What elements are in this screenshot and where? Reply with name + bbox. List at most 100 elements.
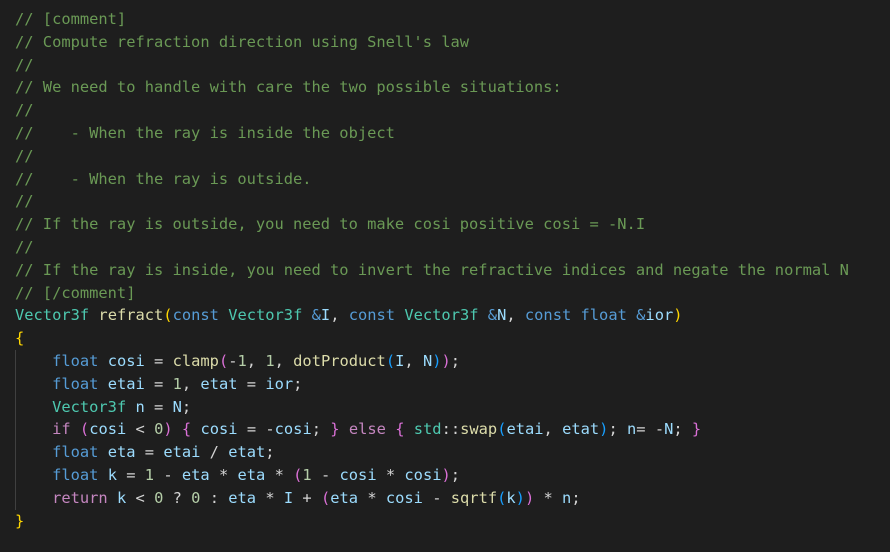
identifier-token: I: [395, 351, 405, 370]
punctuation-token: -: [422, 488, 451, 507]
identifier-token: I: [320, 306, 331, 325]
comment-token: //: [15, 146, 34, 165]
code-line[interactable]: return k < 0 ? 0 : eta * I + (eta * cosi…: [0, 487, 890, 510]
bracket-token: ): [515, 488, 525, 507]
type-token: Vector3f: [228, 306, 303, 325]
punctuation-token: -: [311, 465, 340, 484]
comment-token: // - When the ray is outside.: [15, 169, 312, 188]
punctuation-token: ;: [608, 420, 627, 439]
number-token: 0: [154, 420, 164, 439]
bracket-token: (: [497, 488, 507, 507]
comment-token: //: [15, 55, 34, 74]
punctuation-token: ;: [265, 443, 275, 462]
punctuation-token: ,: [404, 351, 423, 370]
code-line[interactable]: Vector3f n = N;: [0, 396, 890, 419]
punctuation-token: [108, 489, 117, 507]
identifier-token: eta: [330, 488, 359, 507]
bracket-token: (: [163, 306, 173, 325]
punctuation-token: [15, 443, 52, 461]
identifier-token: eta: [237, 465, 266, 484]
identifier-token: N: [497, 306, 507, 325]
identifier-token: cosi: [89, 420, 127, 439]
bracket-token: }: [330, 420, 340, 439]
identifier-token: cosi: [339, 465, 377, 484]
code-line[interactable]: // If the ray is outside, you need to ma…: [0, 213, 890, 236]
comment-token: // If the ray is inside, you need to inv…: [15, 260, 849, 279]
punctuation-token: ,: [246, 351, 266, 370]
punctuation-token: [15, 466, 52, 484]
code-line[interactable]: }: [0, 510, 890, 533]
code-line[interactable]: // If the ray is inside, you need to inv…: [0, 259, 890, 282]
identifier-token: N: [422, 351, 433, 370]
identifier-token: cosi: [274, 420, 312, 439]
code-line[interactable]: {: [0, 327, 890, 350]
code-line[interactable]: float cosi = clamp(-1, 1, dotProduct(I, …: [0, 350, 890, 373]
function-token: swap: [460, 420, 498, 439]
code-line[interactable]: // - When the ray is outside.: [0, 168, 890, 191]
code-line[interactable]: //: [0, 54, 890, 77]
code-line[interactable]: //: [0, 99, 890, 122]
identifier-token: eta: [107, 443, 136, 462]
number-token: 1: [265, 351, 275, 370]
identifier-token: eta: [228, 488, 257, 507]
code-line[interactable]: // - When the ray is inside the object: [0, 122, 890, 145]
code-line[interactable]: //: [0, 236, 890, 259]
code-line[interactable]: // We need to handle with care the two p…: [0, 76, 890, 99]
type-token: Vector3f: [404, 306, 479, 325]
punctuation-token: ,: [543, 420, 563, 439]
code-line[interactable]: if (cosi < 0) { cosi = -cosi; } else { s…: [0, 418, 890, 441]
punctuation-token: ;: [571, 488, 581, 507]
comment-token: //: [15, 101, 34, 120]
comment-token: // Compute refraction direction using Sn…: [15, 32, 470, 51]
code-line[interactable]: //: [0, 190, 890, 213]
punctuation-token: ;: [181, 397, 192, 416]
keyword-token: &: [311, 306, 321, 325]
code-lines: // [comment] // Compute refraction direct…: [0, 8, 890, 532]
punctuation-token: [98, 466, 107, 484]
bracket-token: }: [691, 420, 702, 439]
control-keyword-token: else: [348, 420, 386, 439]
code-line[interactable]: //: [0, 145, 890, 168]
code-line[interactable]: // [comment]: [0, 8, 890, 31]
punctuation-token: ,: [181, 374, 201, 393]
code-line[interactable]: float etai = 1, etat = ior;: [0, 373, 890, 396]
bracket-token: (: [79, 420, 90, 439]
bracket-token: }: [15, 511, 25, 530]
punctuation-token: [173, 420, 182, 438]
comment-token: //: [15, 192, 34, 211]
identifier-token: cosi: [404, 465, 442, 484]
identifier-token: I: [283, 488, 294, 507]
bracket-token: ): [441, 351, 451, 370]
number-token: 1: [237, 351, 247, 370]
code-line[interactable]: float k = 1 - eta * eta * (1 - cosi * co…: [0, 464, 890, 487]
code-line[interactable]: // [/comment]: [0, 282, 890, 305]
code-line[interactable]: float eta = etai / etat;: [0, 441, 890, 464]
identifier-token: etai: [506, 420, 544, 439]
punctuation-token: /: [200, 443, 229, 462]
punctuation-token: [71, 420, 80, 438]
code-line[interactable]: Vector3f refract(const Vector3f &I, cons…: [0, 304, 890, 327]
identifier-token: etat: [228, 443, 266, 462]
punctuation-token: [98, 375, 107, 393]
punctuation-token: -: [228, 351, 238, 370]
keyword-token: float: [580, 306, 627, 325]
control-keyword-token: return: [52, 488, 108, 507]
comment-token: // If the ray is outside, you need to ma…: [15, 215, 646, 234]
number-token: 0: [154, 488, 164, 507]
punctuation-token: = -: [636, 420, 665, 439]
punctuation-token: [98, 352, 107, 370]
identifier-token: etai: [107, 374, 145, 393]
punctuation-token: <: [126, 488, 155, 507]
punctuation-token: [15, 352, 52, 370]
punctuation-token: [340, 420, 349, 438]
code-editor[interactable]: // [comment] // Compute refraction direct…: [0, 0, 890, 552]
punctuation-token: [571, 306, 580, 324]
code-line[interactable]: // Compute refraction direction using Sn…: [0, 31, 890, 54]
punctuation-token: =: [144, 397, 173, 416]
bracket-token: ): [673, 306, 683, 325]
punctuation-token: = -: [237, 420, 275, 439]
punctuation-token: =: [144, 374, 173, 393]
punctuation-token: [386, 420, 395, 438]
bracket-token: {: [181, 420, 192, 439]
control-keyword-token: if: [52, 420, 71, 439]
